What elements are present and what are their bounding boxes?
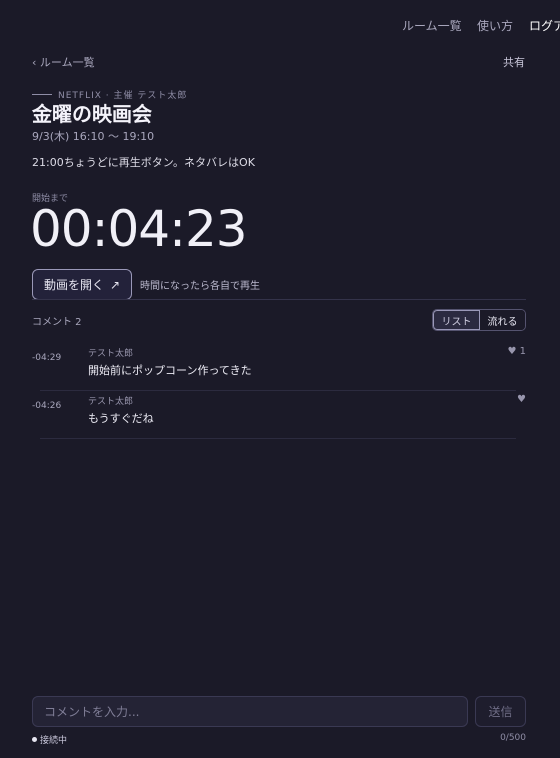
back-to-rooms-link[interactable]: ‹ ルーム一覧	[32, 54, 95, 70]
comment-author: テスト太郎	[88, 397, 134, 407]
like-button[interactable]: ♥	[517, 394, 526, 405]
char-count: 0/500	[500, 733, 526, 743]
tab-list-view[interactable]: リスト	[433, 310, 480, 330]
nav-link-howto[interactable]: 使い方	[477, 17, 513, 34]
event-datetime: 9/3(木) 16:10 〜 19:10	[32, 130, 155, 143]
open-video-button[interactable]: 動画を開く ↗	[32, 269, 132, 300]
comment-divider	[40, 390, 516, 391]
comment-time: -04:29	[32, 353, 62, 363]
send-button[interactable]: 送信	[475, 696, 526, 727]
nav-link-rooms[interactable]: ルーム一覧	[402, 17, 462, 34]
event-note: 21:00ちょうどに再生ボタン。ネタバレはOK	[32, 156, 255, 169]
comment-author: テスト太郎	[88, 349, 134, 359]
comment-view-toggle: リスト 流れる	[432, 309, 526, 331]
connection-status-label: 接続中	[40, 736, 68, 746]
play-hint: 時間になったら各自で再生	[140, 281, 260, 292]
section-divider	[32, 299, 526, 300]
open-video-label: 動画を開く	[43, 278, 104, 292]
comment-item: -04:29 テスト太郎 開始前にポップコーン作ってきた ♥ 1	[32, 344, 526, 391]
share-button[interactable]: 共有	[503, 54, 525, 70]
nav-link-login[interactable]: ログア	[529, 17, 560, 34]
comment-count: コメント 2	[32, 317, 82, 328]
top-nav: ルーム一覧 使い方 ログア	[0, 17, 560, 35]
connection-status: 接続中	[32, 733, 67, 746]
comment-time: -04:26	[32, 401, 62, 411]
external-arrow-icon: ↗	[109, 277, 121, 292]
like-button[interactable]: ♥ 1	[507, 346, 526, 357]
comment-text: もうすぐだね	[88, 412, 154, 425]
countdown-timer: 00:04:23	[30, 200, 248, 258]
comment-item: -04:26 テスト太郎 もうすぐだね ♥	[32, 392, 526, 439]
comment-text: 開始前にポップコーン作ってきた	[88, 364, 252, 377]
meta-dash-divider	[32, 94, 52, 95]
status-dot-icon	[32, 737, 37, 742]
event-title: 金曜の映画会	[32, 102, 152, 126]
comment-divider	[40, 438, 516, 439]
tab-flow-view[interactable]: 流れる	[480, 310, 525, 330]
comment-input[interactable]	[32, 696, 468, 727]
